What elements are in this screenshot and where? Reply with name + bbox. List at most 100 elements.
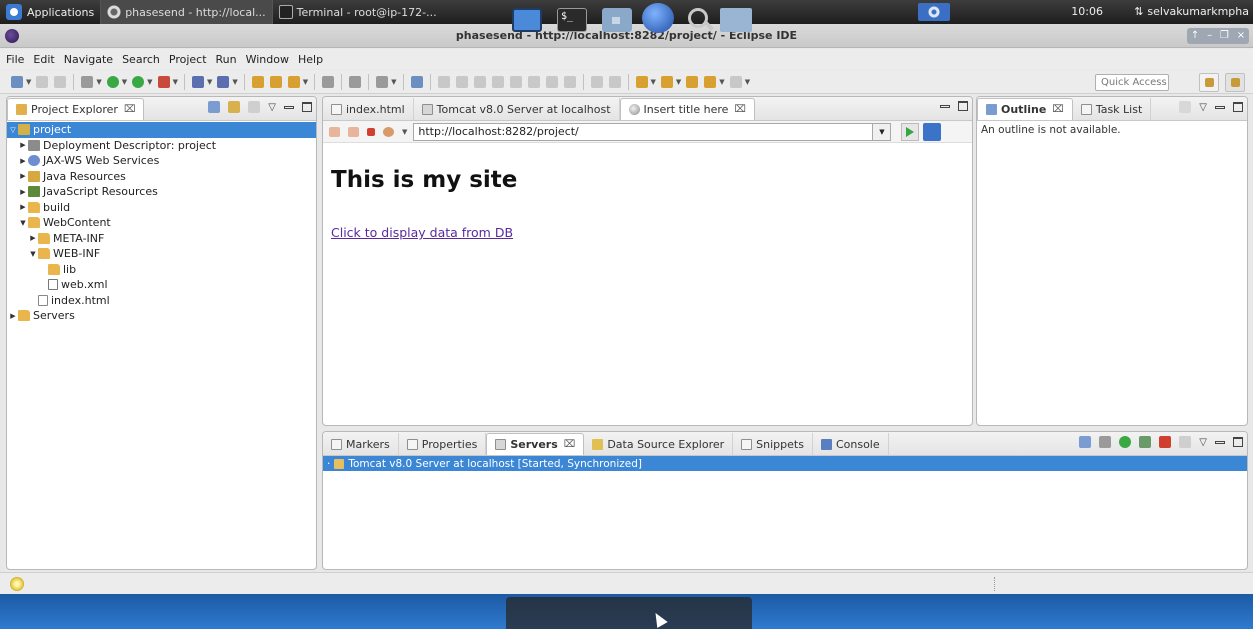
- expand-toggle-icon[interactable]: ▼: [19, 219, 27, 227]
- menu-navigate[interactable]: Navigate: [64, 53, 113, 66]
- refresh-icon[interactable]: [383, 126, 394, 137]
- menu-edit[interactable]: Edit: [33, 53, 54, 66]
- open-perspective-icon[interactable]: [1199, 73, 1219, 92]
- step-return-icon[interactable]: [563, 75, 576, 88]
- tree-item[interactable]: ▶ META-INF: [7, 231, 316, 247]
- user-menu[interactable]: ⇅ selvakumarkmpha: [1134, 5, 1249, 18]
- files-folder-icon[interactable]: [720, 8, 752, 32]
- refresh-dropdown-icon[interactable]: ▼: [402, 128, 407, 136]
- tab-servers[interactable]: Servers ⌧: [486, 433, 585, 455]
- tab-task-list[interactable]: Task List: [1073, 98, 1152, 120]
- expand-toggle-icon[interactable]: ▼: [29, 250, 37, 258]
- debug-dropdown-icon[interactable]: ▼: [96, 78, 101, 86]
- terminal-icon[interactable]: $_: [557, 8, 587, 32]
- disconnect-icon[interactable]: [509, 75, 522, 88]
- focus-icon[interactable]: [1179, 101, 1192, 113]
- window-minimize-button[interactable]: –: [1207, 24, 1212, 48]
- run-dropdown-icon[interactable]: ▼: [122, 78, 127, 86]
- window-up-button[interactable]: ↑: [1191, 24, 1199, 48]
- expand-toggle-icon[interactable]: ▶: [19, 157, 27, 165]
- tab-markers[interactable]: Markers: [323, 433, 399, 455]
- display-data-link[interactable]: Click to display data from DB: [331, 225, 513, 240]
- search-icon[interactable]: [685, 8, 715, 32]
- maximize-icon[interactable]: [1233, 102, 1243, 112]
- save-icon[interactable]: [36, 75, 49, 88]
- close-icon[interactable]: ⌧: [124, 104, 136, 115]
- clock[interactable]: 10:06: [1071, 5, 1103, 18]
- menu-search[interactable]: Search: [122, 53, 160, 66]
- taskbar-item-terminal[interactable]: Terminal - root@ip-172-...: [271, 0, 443, 24]
- forward-dropdown-icon[interactable]: ▼: [745, 78, 750, 86]
- forward-arrow-icon[interactable]: [348, 126, 359, 137]
- stop-icon[interactable]: [367, 127, 375, 136]
- open-external-browser-icon[interactable]: [923, 122, 942, 141]
- save-all-icon[interactable]: [54, 75, 67, 88]
- external-tools-dropdown-icon[interactable]: ▼: [173, 78, 178, 86]
- tree-item[interactable]: ▶ build: [7, 200, 316, 216]
- tree-item[interactable]: index.html: [7, 293, 316, 309]
- maximize-icon[interactable]: [302, 102, 312, 112]
- run-server-icon[interactable]: [132, 75, 145, 88]
- tab-snippets[interactable]: Snippets: [733, 433, 813, 455]
- last-edit-icon[interactable]: [686, 75, 699, 88]
- close-icon[interactable]: ⌧: [734, 104, 746, 115]
- menu-window[interactable]: Window: [246, 53, 289, 66]
- open-type-icon[interactable]: [251, 75, 264, 88]
- minimize-icon[interactable]: [1215, 440, 1225, 444]
- maximize-icon[interactable]: [1233, 437, 1243, 447]
- tree-item[interactable]: ▽ project: [7, 122, 316, 138]
- expand-toggle-icon[interactable]: ▶: [19, 203, 27, 211]
- tree-item[interactable]: lib: [7, 262, 316, 278]
- show-desktop-icon[interactable]: [512, 8, 542, 32]
- tab-insert-title-here[interactable]: Insert title here ⌧: [619, 98, 755, 120]
- server-list-item[interactable]: · Tomcat v8.0 Server at localhost [Start…: [323, 456, 1247, 471]
- close-icon[interactable]: ⌧: [564, 439, 576, 450]
- home-folder-icon[interactable]: [602, 8, 632, 32]
- back-arrow-icon[interactable]: [329, 126, 340, 137]
- tab-project-explorer[interactable]: Project Explorer ⌧: [7, 98, 145, 120]
- suspend-icon[interactable]: [473, 75, 486, 88]
- back-dropdown-icon[interactable]: ▼: [719, 78, 724, 86]
- expand-icon[interactable]: ·: [327, 458, 330, 470]
- minimize-icon[interactable]: [284, 105, 294, 109]
- expand-toggle-icon[interactable]: ▶: [29, 234, 37, 242]
- java-ee-perspective-icon[interactable]: [1225, 73, 1245, 92]
- lightbulb-icon[interactable]: [10, 577, 24, 591]
- start-server-icon[interactable]: [1119, 436, 1132, 448]
- next-annotation-icon[interactable]: [635, 75, 648, 88]
- url-history-dropdown-icon[interactable]: ▼: [873, 122, 892, 141]
- web-browser-icon[interactable]: [642, 3, 674, 33]
- new-dropdown-icon[interactable]: ▼: [26, 78, 31, 86]
- tree-item[interactable]: web.xml: [7, 277, 316, 293]
- expand-toggle-icon[interactable]: ▶: [19, 172, 27, 180]
- collapse-icon[interactable]: [1079, 436, 1092, 448]
- new-server-dropdown-icon[interactable]: ▼: [207, 78, 212, 86]
- step-over-icon[interactable]: [545, 75, 558, 88]
- run-server-dropdown-icon[interactable]: ▼: [147, 78, 152, 86]
- menu-run[interactable]: Run: [216, 53, 237, 66]
- terminate-icon[interactable]: [491, 75, 504, 88]
- tab-index-html[interactable]: index.html: [323, 98, 414, 120]
- tree-item[interactable]: ▶ Servers: [7, 308, 316, 324]
- view-menu-icon[interactable]: ▽: [1199, 437, 1207, 448]
- tree-item[interactable]: ▼ WebContent: [7, 215, 316, 231]
- sync-icon[interactable]: [248, 101, 261, 113]
- expand-toggle-icon[interactable]: ▽: [9, 126, 17, 134]
- pencil-icon[interactable]: [287, 75, 300, 88]
- minimize-icon[interactable]: [940, 104, 950, 108]
- new-server-icon[interactable]: [191, 75, 204, 88]
- skip-breakpoints-icon[interactable]: [437, 75, 450, 88]
- tab-data-source-explorer[interactable]: Data Source Explorer: [584, 433, 734, 455]
- menu-file[interactable]: File: [6, 53, 24, 66]
- go-icon[interactable]: [901, 122, 920, 141]
- next-annotation-dropdown-icon[interactable]: ▼: [651, 78, 656, 86]
- forward-icon[interactable]: [729, 75, 742, 88]
- tray-indicator-icon[interactable]: [918, 3, 950, 21]
- window-maximize-button[interactable]: ❐: [1220, 24, 1229, 48]
- previous-annotation-icon[interactable]: [660, 75, 673, 88]
- web-browser-icon[interactable]: [322, 75, 335, 88]
- view-menu-icon[interactable]: ▽: [268, 102, 276, 113]
- applications-menu[interactable]: Applications: [0, 0, 100, 24]
- breakpoint-dropdown-icon[interactable]: ▼: [391, 78, 396, 86]
- tab-tomcat-server[interactable]: Tomcat v8.0 Server at localhost: [414, 98, 620, 120]
